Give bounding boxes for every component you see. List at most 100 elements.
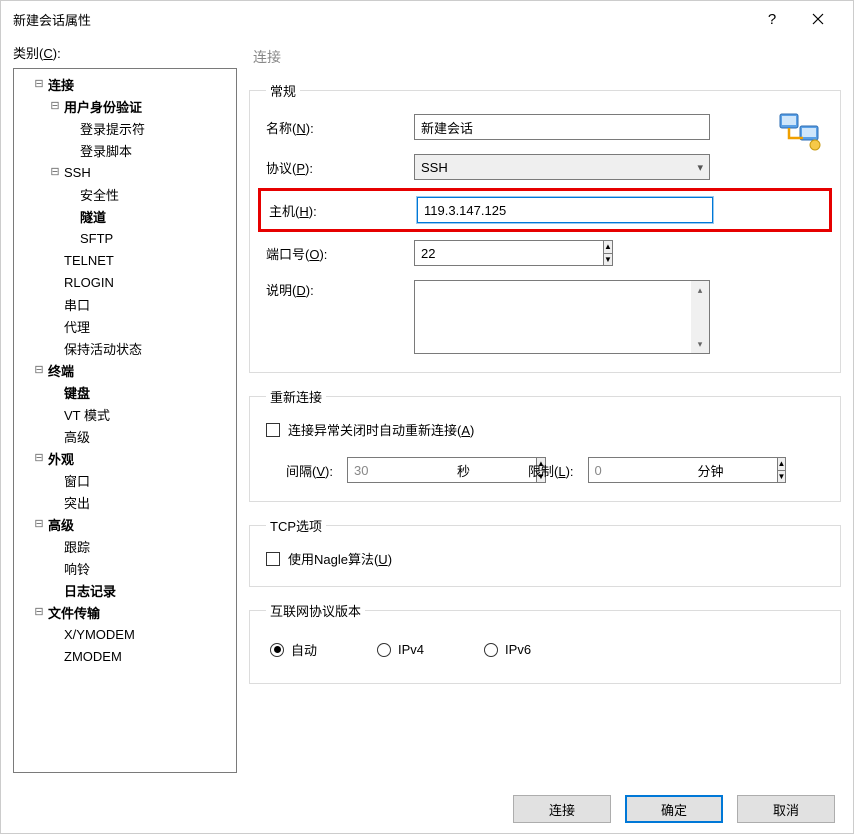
help-button[interactable]: ? [749,1,795,37]
nagle-checkbox[interactable]: 使用Nagle算法(U) [266,549,824,568]
tree-item[interactable]: RLOGIN [14,271,236,293]
interval-spinner: ▲▼ [347,457,443,483]
limit-spin-buttons: ▲▼ [777,457,787,483]
network-icon [778,112,822,152]
spin-down-icon[interactable]: ▼ [604,254,612,266]
tree-item[interactable]: ⊟SSH [14,161,236,183]
ok-button[interactable]: 确定 [625,795,723,823]
tree-item-label: 登录提示符 [78,119,145,138]
panel-title: 连接 [253,47,841,67]
radio-ipv4[interactable]: IPv4 [377,640,424,659]
tree-item-label: 用户身份验证 [62,97,142,116]
tree-item[interactable]: ⊟高级 [14,513,236,535]
connect-button[interactable]: 连接 [513,795,611,823]
tree-item-label: 隧道 [78,207,106,226]
tree-item-label: X/YMODEM [62,627,135,642]
tree-item[interactable]: ⊟外观 [14,447,236,469]
tree-item[interactable]: 登录提示符 [14,117,236,139]
limit-input [588,457,777,483]
tree-item[interactable]: ⊟终端 [14,359,236,381]
tree-item-label: 日志记录 [62,581,116,600]
group-general: 常规 名称(N): 协议(P): SSH [249,81,841,373]
tree-item[interactable]: 隧道 [14,205,236,227]
tree-item[interactable]: 保持活动状态 [14,337,236,359]
scrollbar[interactable]: ▴ ▾ [691,281,709,353]
limit-label: 限制(L): [528,461,574,480]
tree-item-label: 窗口 [62,471,90,490]
radio-icon [484,643,498,657]
tree-item-label: 保持活动状态 [62,339,142,358]
radio-icon [377,643,391,657]
host-highlight: 主机(H): [258,188,832,232]
name-label: 名称(N): [266,118,414,137]
scroll-down-icon[interactable]: ▾ [691,335,709,353]
radio-ipv6[interactable]: IPv6 [484,640,531,659]
tree-item[interactable]: ⊟文件传输 [14,601,236,623]
group-ip-version: 互联网协议版本 自动 IPv4 IPv6 [249,601,841,684]
tree-item-label: 终端 [46,361,74,380]
tree-item[interactable]: 登录脚本 [14,139,236,161]
tree-item-label: 响铃 [62,559,90,578]
radio-auto-label: 自动 [291,640,317,659]
tree-item[interactable]: ZMODEM [14,645,236,667]
protocol-select[interactable]: SSH ▾ [414,154,710,180]
port-input[interactable] [414,240,603,266]
tree-item[interactable]: TELNET [14,249,236,271]
tree-item-label: 串口 [62,295,90,314]
scroll-up-icon[interactable]: ▴ [691,281,709,299]
tree-item[interactable]: VT 模式 [14,403,236,425]
collapse-icon[interactable]: ⊟ [48,99,62,112]
interval-unit: 秒 [457,461,470,480]
tree-item-label: 跟踪 [62,537,90,556]
checkbox-icon [266,552,280,566]
tree-item[interactable]: 键盘 [14,381,236,403]
collapse-icon[interactable]: ⊟ [48,165,62,178]
collapse-icon[interactable]: ⊟ [32,451,46,464]
tree-item[interactable]: X/YMODEM [14,623,236,645]
group-tcp-legend: TCP选项 [266,516,326,535]
tree-item[interactable]: 突出 [14,491,236,513]
category-label: 类别(C): [13,43,237,62]
tree-item-label: 键盘 [62,383,90,402]
radio-auto[interactable]: 自动 [270,640,317,659]
tree-item[interactable]: 串口 [14,293,236,315]
limit-unit: 分钟 [698,461,724,480]
host-input[interactable] [417,197,713,223]
tree-item[interactable]: 高级 [14,425,236,447]
collapse-icon[interactable]: ⊟ [32,605,46,618]
session-properties-dialog: 新建会话属性 ? 类别(C): ⊟连接⊟用户身份验证登录提示符登录脚本⊟SSH安… [0,0,854,834]
host-label: 主机(H): [269,201,417,220]
window-title: 新建会话属性 [13,10,91,29]
protocol-value: SSH [421,160,448,175]
interval-label: 间隔(V): [286,461,333,480]
tree-item[interactable]: ⊟用户身份验证 [14,95,236,117]
collapse-icon[interactable]: ⊟ [32,517,46,530]
tree-item[interactable]: 安全性 [14,183,236,205]
checkbox-icon [266,423,280,437]
collapse-icon[interactable]: ⊟ [32,77,46,90]
tree-item[interactable]: ⊟连接 [14,73,236,95]
tree-item[interactable]: 窗口 [14,469,236,491]
collapse-icon[interactable]: ⊟ [32,363,46,376]
dialog-footer: 连接 确定 取消 [1,785,853,833]
tree-item-label: 代理 [62,317,90,336]
limit-spinner: ▲▼ [588,457,684,483]
name-input[interactable] [414,114,710,140]
tree-item[interactable]: SFTP [14,227,236,249]
port-spin-buttons[interactable]: ▲ ▼ [603,240,613,266]
titlebar: 新建会话属性 ? [1,1,853,37]
spin-up-icon[interactable]: ▲ [604,241,612,254]
tree-item-label: 连接 [46,75,74,94]
tree-item[interactable]: 响铃 [14,557,236,579]
description-textarea[interactable]: ▴ ▾ [414,280,710,354]
tree-item[interactable]: 代理 [14,315,236,337]
tree-item[interactable]: 日志记录 [14,579,236,601]
port-spinner[interactable]: ▲ ▼ [414,240,584,266]
category-tree[interactable]: ⊟连接⊟用户身份验证登录提示符登录脚本⊟SSH安全性隧道SFTPTELNETRL… [13,68,237,773]
auto-reconnect-checkbox[interactable]: 连接异常关闭时自动重新连接(A) [266,420,824,439]
tree-item[interactable]: 跟踪 [14,535,236,557]
interval-input [347,457,536,483]
close-button[interactable] [795,1,841,37]
cancel-button[interactable]: 取消 [737,795,835,823]
tree-item-label: SFTP [78,231,113,246]
